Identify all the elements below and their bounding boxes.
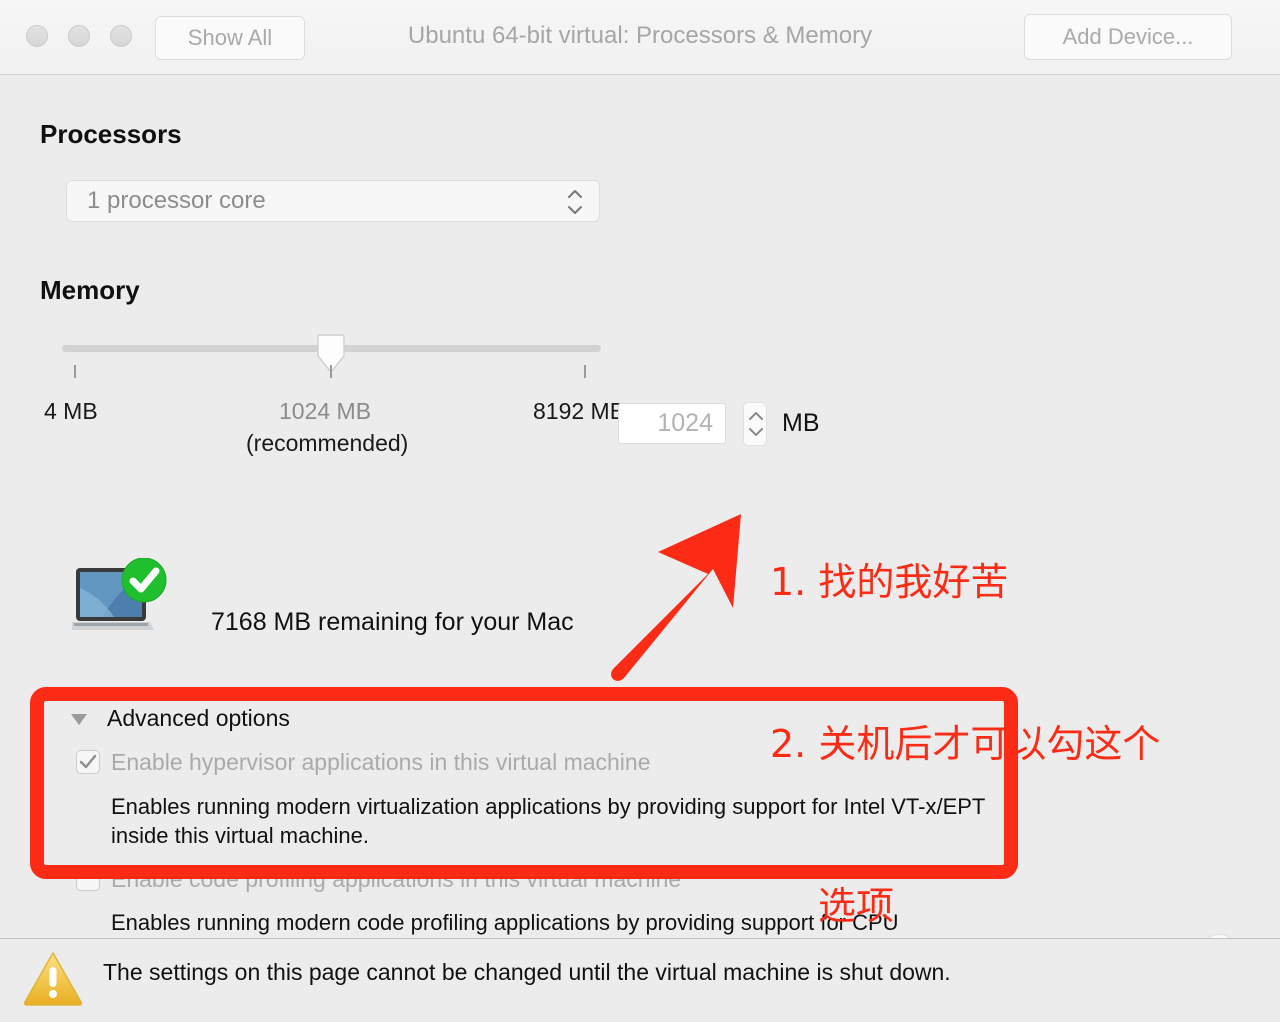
stepper-arrows-icon — [567, 189, 583, 215]
vm-settings-window: Show All Ubuntu 64-bit virtual: Processo… — [0, 0, 1280, 1022]
processor-core-value: 1 processor core — [87, 187, 266, 214]
red-annotation-text: 1. 找的我好苦 2. 关机后才可以勾这个 选项 — [770, 447, 1270, 1022]
slider-label-max: 8192 MB — [533, 398, 626, 424]
slider-label-mid: 1024 MB — [279, 398, 372, 424]
advanced-options-label[interactable]: Advanced options — [107, 705, 290, 732]
annotation-line-2: 2. 关机后才可以勾这个 — [770, 722, 1161, 766]
checkbox-checked-icon[interactable] — [76, 750, 100, 774]
close-button[interactable] — [26, 25, 48, 47]
annotation-line-1: 1. 找的我好苦 — [770, 560, 1009, 604]
memory-unit-label: MB — [782, 409, 820, 437]
macbook-with-green-check-icon — [68, 557, 172, 642]
memory-heading: Memory — [40, 275, 140, 305]
red-arrow-up-right-icon — [600, 500, 790, 690]
hypervisor-option-label[interactable]: Enable hypervisor applications in this v… — [111, 749, 651, 776]
slider-tick-max — [584, 365, 586, 378]
slider-label-min: 4 MB — [44, 398, 98, 424]
memory-remaining-text: 7168 MB remaining for your Mac — [211, 608, 574, 636]
window-titlebar: Show All Ubuntu 64-bit virtual: Processo… — [0, 0, 1280, 75]
slider-tick-mid — [330, 365, 332, 378]
memory-value-input[interactable]: 1024 — [618, 403, 726, 444]
checkbox-unchecked-icon[interactable] — [76, 867, 100, 891]
warning-footer-bar: The settings on this page cannot be chan… — [0, 938, 1280, 1022]
triangle-down-icon[interactable] — [70, 712, 88, 726]
slider-label-recommended: (recommended) — [246, 430, 409, 456]
show-all-button[interactable]: Show All — [155, 16, 305, 60]
slider-tick-min — [74, 365, 76, 378]
stepper-arrows-icon — [748, 411, 764, 437]
traffic-lights — [26, 25, 132, 47]
processor-core-select[interactable]: 1 processor core — [66, 180, 600, 222]
minimize-button[interactable] — [68, 25, 90, 47]
warning-message: The settings on this page cannot be chan… — [103, 959, 951, 985]
add-device-button[interactable]: Add Device... — [1024, 14, 1232, 60]
zoom-button[interactable] — [110, 25, 132, 47]
annotation-line-3: 选项 — [818, 884, 895, 928]
settings-content: Processors 1 processor core Memory 4 MB … — [0, 75, 1280, 972]
memory-stepper[interactable] — [743, 402, 767, 446]
memory-value-text: 1024 — [657, 409, 713, 437]
processors-heading: Processors — [40, 119, 182, 149]
warning-triangle-icon — [22, 949, 84, 1007]
code-profiling-option-label[interactable]: Enable code profiling applications in th… — [111, 866, 681, 893]
